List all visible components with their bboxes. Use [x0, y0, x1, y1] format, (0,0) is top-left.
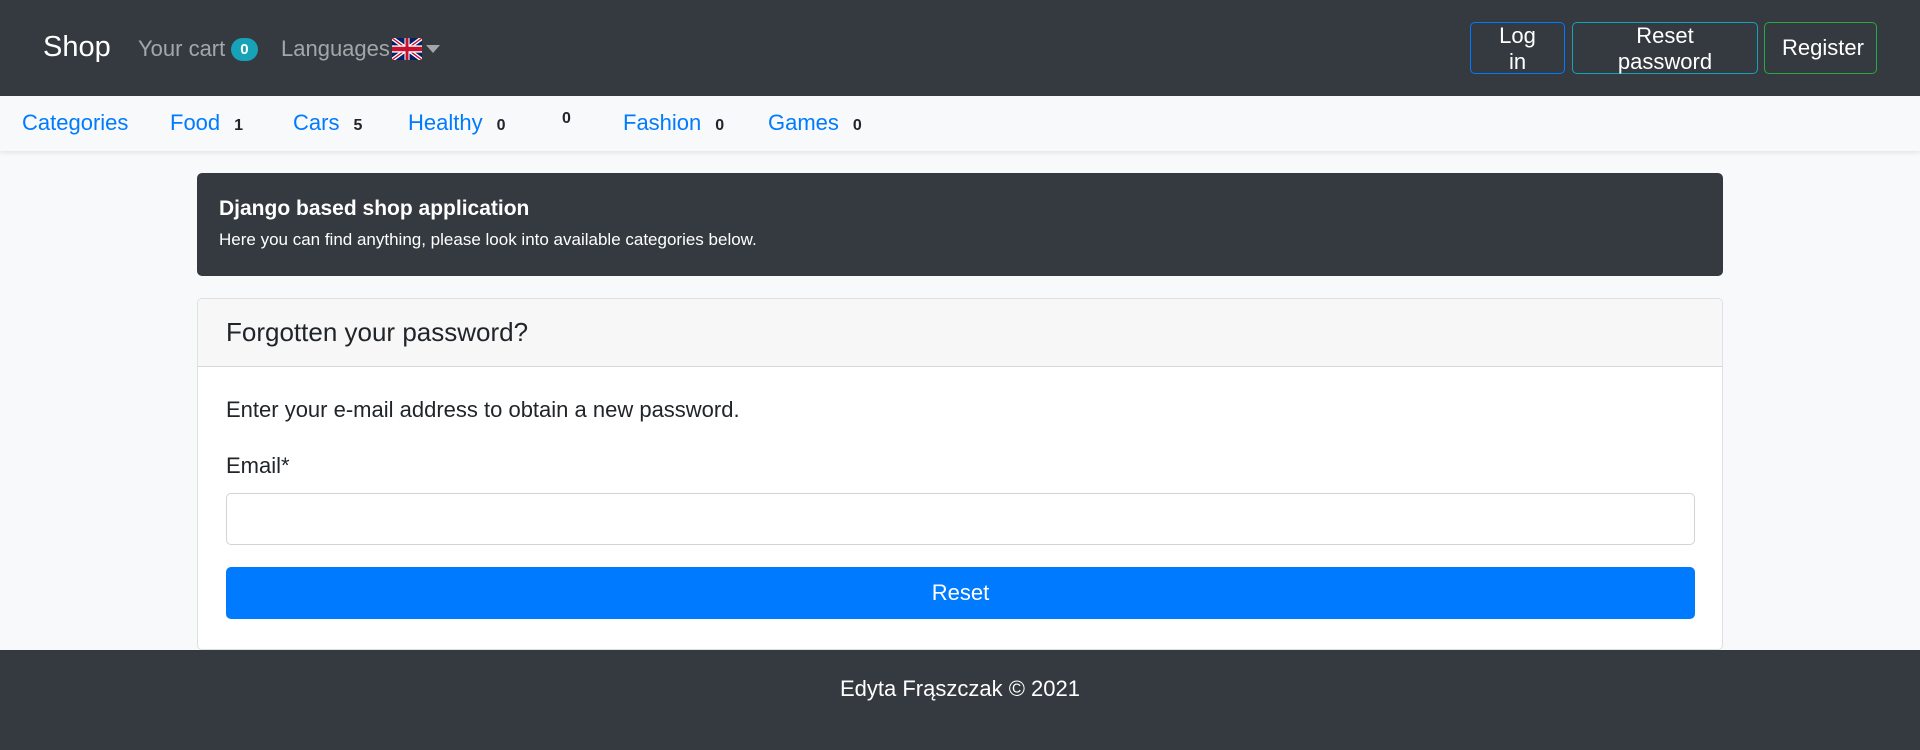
category-count: 1 [234, 117, 244, 134]
cart-count-badge: 0 [231, 37, 258, 61]
uk-flag-icon [391, 38, 422, 60]
register-button[interactable]: Register [1764, 22, 1877, 74]
password-reset-card: Forgotten your password? Enter your e-ma… [197, 298, 1723, 650]
languages-label: Languages [281, 36, 390, 61]
categories-label: Categories [22, 110, 129, 135]
cart-link[interactable]: Your cart 0 [138, 36, 258, 62]
category-name: Cars [293, 110, 340, 135]
reset-button[interactable]: Reset [226, 567, 1695, 619]
card-heading: Forgotten your password? [198, 299, 1722, 367]
category-item-games[interactable]: Games 0 [768, 110, 862, 136]
email-field[interactable] [226, 493, 1695, 545]
category-bar: Categories Food 1 Cars 5 Healthy 0 0 Fas… [0, 96, 1920, 151]
category-item-unnamed[interactable]: 0 [548, 110, 571, 128]
email-label: Email* [226, 453, 290, 478]
category-item-cars[interactable]: Cars 5 [293, 110, 362, 136]
categories-link[interactable]: Categories [22, 110, 128, 136]
category-count: 0 [852, 117, 862, 134]
category-name: Games [768, 110, 839, 135]
category-count: 0 [562, 110, 571, 127]
top-navbar: Shop Your cart 0 Languages Log in Reset … [0, 0, 1920, 96]
jumbotron: Django based shop application Here you c… [197, 173, 1723, 276]
jumbotron-subtitle: Here you can find anything, please look … [219, 230, 757, 249]
category-item-fashion[interactable]: Fashion 0 [623, 110, 724, 136]
category-count: 0 [496, 117, 506, 134]
chevron-down-icon [425, 45, 440, 53]
cart-label: Your cart [138, 36, 226, 61]
category-count: 5 [353, 117, 363, 134]
jumbotron-title: Django based shop application [219, 197, 530, 220]
category-name: Food [170, 110, 221, 135]
reset-password-button[interactable]: Reset password [1572, 22, 1758, 74]
instructions-text: Enter your e-mail address to obtain a ne… [226, 397, 740, 422]
category-name: Fashion [623, 110, 702, 135]
brand-link[interactable]: Shop [43, 31, 111, 64]
category-name: Healthy [408, 110, 483, 135]
category-count: 0 [715, 117, 725, 134]
category-item-food[interactable]: Food 1 [170, 110, 243, 136]
login-button[interactable]: Log in [1470, 22, 1565, 74]
footer-text: Edyta Frąszczak © 2021 [840, 676, 1080, 701]
category-item-healthy[interactable]: Healthy 0 [408, 110, 506, 136]
languages-dropdown[interactable]: Languages [281, 36, 440, 62]
footer: Edyta Frąszczak © 2021 [0, 650, 1920, 750]
